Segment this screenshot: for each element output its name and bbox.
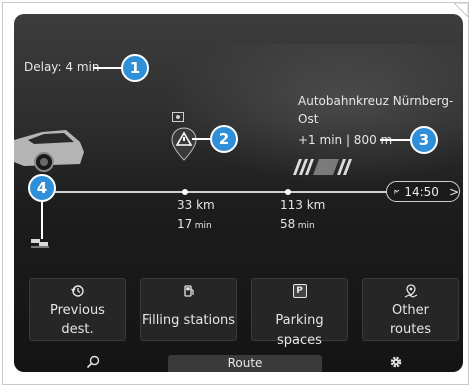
history-icon <box>70 285 84 297</box>
previous-label-line2: dest. <box>61 322 94 337</box>
waypoint-1-distance: 33 km <box>177 198 215 212</box>
callout-line <box>380 139 410 141</box>
delay-label: Delay: 4 min <box>24 60 100 74</box>
settings-icon[interactable] <box>389 355 403 369</box>
figure-frame: Delay: 4 min Autobahnkreuz Nürnberg- Ost… <box>2 2 469 385</box>
eta-time: 14:50 <box>404 184 439 199</box>
tab-route[interactable]: Route <box>168 355 322 372</box>
lane-graphic <box>293 159 352 175</box>
navigation-screen: Delay: 4 min Autobahnkreuz Nürnberg- Ost… <box>14 14 463 372</box>
destination-name-line1: Autobahnkreuz Nürnberg- <box>298 94 454 108</box>
other-routes-label-line1: Other <box>392 303 429 318</box>
callout-3: 3 <box>410 126 438 154</box>
fuel-icon <box>183 285 194 297</box>
callout-1: 1 <box>121 54 149 82</box>
route-pin-icon <box>404 284 417 298</box>
previous-label-line1: Previous <box>50 303 105 318</box>
traffic-jam-icon <box>31 239 49 248</box>
parking-spaces-label: Parking spaces <box>275 313 324 348</box>
eta-button[interactable]: 14:50 > <box>386 181 460 202</box>
chevron-right-icon: > <box>448 184 459 199</box>
destination-name-line2: Ost <box>298 112 319 126</box>
callout-2: 2 <box>210 125 238 153</box>
route-progress-line <box>32 191 397 193</box>
waypoint-marker <box>182 189 188 195</box>
destination-info: +1 min | 800 m <box>298 133 393 147</box>
camera-sign-icon <box>172 112 184 122</box>
finish-flag-icon <box>394 189 400 194</box>
callout-line <box>93 67 123 69</box>
previous-destinations-button[interactable]: Previous dest. <box>29 278 126 341</box>
filling-stations-label: Filling stations <box>141 313 236 328</box>
parking-icon: P <box>292 284 307 298</box>
filling-stations-button[interactable]: Filling stations <box>140 278 237 341</box>
callout-4: 4 <box>28 174 56 202</box>
other-routes-button[interactable]: Other routes <box>362 278 459 341</box>
other-routes-label-line2: routes <box>389 322 432 337</box>
waypoint-marker <box>285 189 291 195</box>
parking-spaces-button[interactable]: P Parking spaces <box>251 278 348 348</box>
waypoint-2-distance: 113 km <box>280 198 326 212</box>
waypoint-2-time: 58 min <box>280 217 315 231</box>
search-icon[interactable] <box>86 355 100 369</box>
hazard-pin-icon[interactable] <box>171 127 197 161</box>
waypoint-1-time: 17 min <box>177 217 212 231</box>
car-icon <box>14 130 84 172</box>
callout-line <box>192 138 212 140</box>
